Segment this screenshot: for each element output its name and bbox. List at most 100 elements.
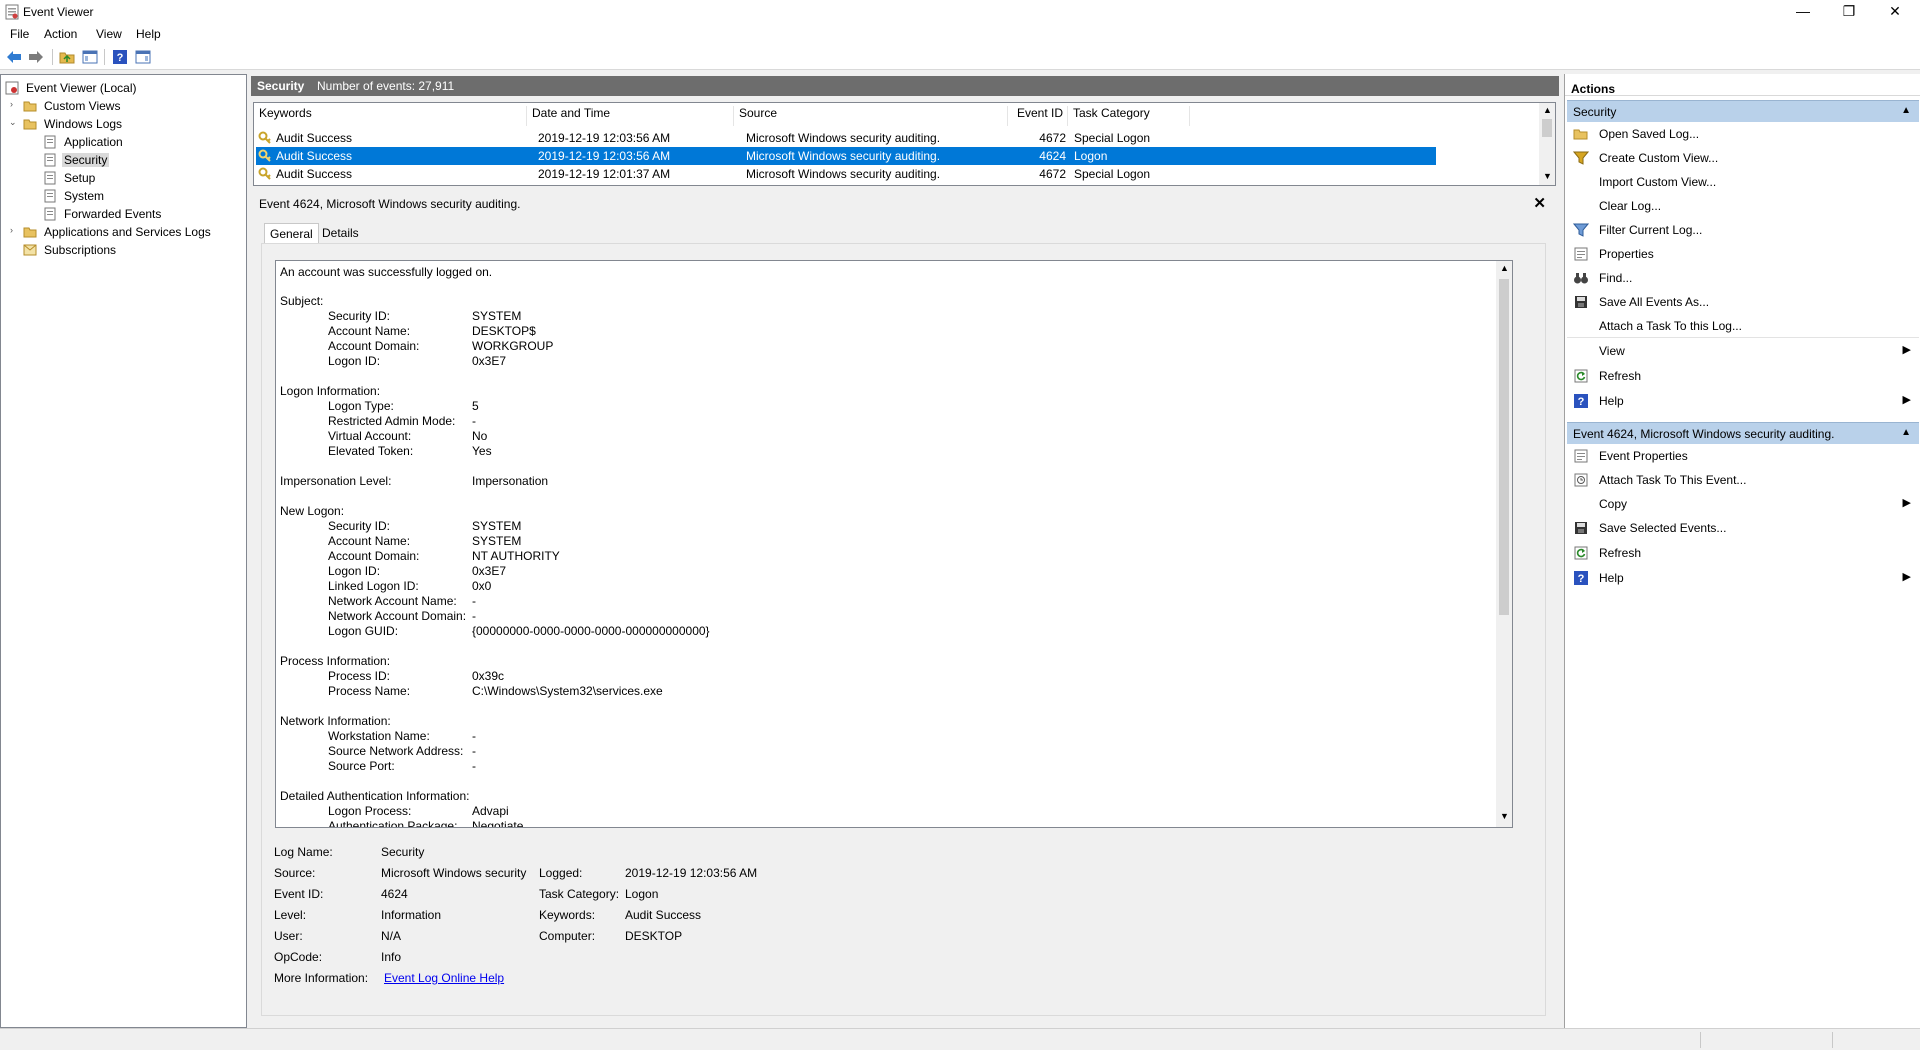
scrollbar-thumb[interactable] xyxy=(1542,119,1552,137)
back-arrow-icon[interactable] xyxy=(4,47,24,67)
table-row-selected[interactable]: Audit Success 2019-12-19 12:03:56 AM Mic… xyxy=(256,147,1436,165)
action-save-selected-events[interactable]: Save Selected Events... xyxy=(1567,516,1919,540)
menu-view[interactable]: View xyxy=(96,27,122,41)
event-description[interactable]: An account was successfully logged on. S… xyxy=(275,260,1513,828)
field-value: WORKGROUP xyxy=(472,339,554,353)
column-header-event-id[interactable]: Event ID xyxy=(1008,106,1068,126)
field-value: - xyxy=(472,759,476,773)
up-folder-icon[interactable] xyxy=(57,47,77,67)
tree-node-system[interactable]: System xyxy=(43,187,106,204)
action-create-custom-view[interactable]: Create Custom View... xyxy=(1567,146,1919,170)
field-label: Elevated Token: xyxy=(328,444,414,458)
show-hide-tree-icon[interactable] xyxy=(80,47,100,67)
tab-general[interactable]: General xyxy=(264,223,319,243)
log-header: Security Number of events: 27,911 xyxy=(251,76,1559,96)
open-folder-icon xyxy=(1573,126,1589,142)
tree-node-application[interactable]: Application xyxy=(43,133,125,150)
field-value: - xyxy=(472,414,476,428)
cell-source: Microsoft Windows security auditing. xyxy=(746,131,941,145)
tree-node-setup[interactable]: Setup xyxy=(43,169,97,186)
collapse-arrow-icon[interactable]: ▲ xyxy=(1901,105,1911,116)
help-icon: ? xyxy=(1573,393,1589,409)
scroll-down-arrow-icon[interactable]: ▼ xyxy=(1500,811,1509,821)
action-clear-log[interactable]: Clear Log... xyxy=(1567,194,1919,218)
svg-text:?: ? xyxy=(1578,573,1585,585)
tree-node-security[interactable]: Security xyxy=(43,151,110,168)
action-label: Save All Events As... xyxy=(1599,295,1710,309)
folder-icon xyxy=(23,99,37,113)
action-help[interactable]: ? Help ▶ xyxy=(1567,389,1919,413)
status-separator xyxy=(1832,1032,1833,1048)
column-header-date-time[interactable]: Date and Time xyxy=(527,106,734,126)
section-heading: New Logon: xyxy=(280,504,345,518)
action-find[interactable]: Find... xyxy=(1567,266,1919,290)
scroll-up-arrow-icon[interactable]: ▲ xyxy=(1500,263,1509,273)
scroll-down-arrow-icon[interactable]: ▼ xyxy=(1543,171,1552,181)
expand-chevron-icon[interactable]: › xyxy=(10,225,13,235)
tree-label: Event Viewer (Local) xyxy=(26,80,137,95)
event-log-online-help-link[interactable]: Event Log Online Help xyxy=(384,971,504,985)
field-value: Yes xyxy=(472,444,492,458)
event-list-scrollbar[interactable]: ▲ ▼ xyxy=(1539,103,1555,185)
column-header-source[interactable]: Source xyxy=(734,106,1008,126)
tree-node-subscriptions[interactable]: Subscriptions xyxy=(23,241,118,258)
scrollbar-thumb[interactable] xyxy=(1499,279,1509,615)
menu-action[interactable]: Action xyxy=(44,27,77,41)
column-header-task-category[interactable]: Task Category xyxy=(1068,106,1190,126)
cell-event-id: 4672 xyxy=(1039,167,1066,181)
restore-button[interactable]: ❐ xyxy=(1826,0,1872,24)
audit-key-icon xyxy=(258,149,272,166)
keywords-label: Keywords: xyxy=(539,908,596,922)
tree-node-event-viewer-local[interactable]: Event Viewer (Local) xyxy=(5,79,139,96)
action-help-event[interactable]: ? Help ▶ xyxy=(1567,566,1919,590)
action-attach-task-to-event[interactable]: Attach Task To This Event... xyxy=(1567,468,1919,492)
filter-icon xyxy=(1572,150,1590,166)
log-icon xyxy=(43,171,57,185)
action-label: View xyxy=(1599,344,1625,358)
action-save-all-events[interactable]: Save All Events As... xyxy=(1567,290,1919,314)
log-icon xyxy=(43,189,57,203)
tree-node-custom-views[interactable]: Custom Views xyxy=(23,97,122,114)
expand-chevron-icon[interactable]: › xyxy=(10,99,13,109)
action-import-custom-view[interactable]: Import Custom View... xyxy=(1567,170,1919,194)
menu-help[interactable]: Help xyxy=(136,27,161,41)
properties-icon xyxy=(1573,448,1589,464)
forward-arrow-icon[interactable] xyxy=(26,47,46,67)
tree-node-windows-logs[interactable]: Windows Logs xyxy=(23,115,124,132)
field-value: {00000000-0000-0000-0000-000000000000} xyxy=(472,624,710,638)
tab-details[interactable]: Details xyxy=(317,223,364,243)
tree-node-forwarded-events[interactable]: Forwarded Events xyxy=(43,205,163,222)
event-viewer-app-icon xyxy=(5,4,19,20)
column-header-keywords[interactable]: Keywords xyxy=(254,106,527,126)
close-detail-icon[interactable]: ✕ xyxy=(1533,194,1546,212)
scroll-up-arrow-icon[interactable]: ▲ xyxy=(1543,105,1552,115)
actions-section-security[interactable]: Security ▲ xyxy=(1567,100,1919,122)
help-icon[interactable]: ? xyxy=(110,47,130,67)
action-attach-task-to-log[interactable]: Attach a Task To this Log... xyxy=(1567,314,1919,338)
table-row[interactable]: Audit Success 2019-12-19 12:03:56 AM Mic… xyxy=(256,129,1436,147)
action-label: Attach a Task To this Log... xyxy=(1599,319,1742,333)
show-hide-action-pane-icon[interactable] xyxy=(133,47,153,67)
cell-keywords: Audit Success xyxy=(276,167,353,181)
action-filter-current-log[interactable]: Filter Current Log... xyxy=(1567,218,1919,242)
tree-label: Application xyxy=(64,134,123,149)
actions-section-event[interactable]: Event 4624, Microsoft Windows security a… xyxy=(1567,422,1919,444)
action-refresh-event[interactable]: Refresh xyxy=(1567,541,1919,565)
action-label: Create Custom View... xyxy=(1599,151,1719,165)
menu-file[interactable]: File xyxy=(10,27,29,41)
action-properties[interactable]: Properties xyxy=(1567,242,1919,266)
action-refresh[interactable]: Refresh xyxy=(1567,364,1919,388)
close-window-button[interactable]: ✕ xyxy=(1872,0,1918,24)
table-row[interactable]: Audit Success 2019-12-19 12:01:37 AM Mic… xyxy=(256,165,1436,183)
collapse-arrow-icon[interactable]: ▲ xyxy=(1901,427,1911,438)
submenu-arrow-icon: ▶ xyxy=(1902,344,1911,356)
description-scrollbar[interactable]: ▲ ▼ xyxy=(1496,261,1512,827)
minimize-button[interactable]: — xyxy=(1780,0,1826,24)
action-event-properties[interactable]: Event Properties xyxy=(1567,444,1919,468)
tree-node-apps-services-logs[interactable]: Applications and Services Logs xyxy=(23,223,213,240)
action-copy[interactable]: Copy ▶ xyxy=(1567,492,1919,516)
action-open-saved-log[interactable]: Open Saved Log... xyxy=(1567,122,1919,146)
log-name-value: Security xyxy=(381,845,425,859)
collapse-chevron-icon[interactable]: ⌄ xyxy=(9,117,17,128)
action-view[interactable]: View ▶ xyxy=(1567,339,1919,363)
